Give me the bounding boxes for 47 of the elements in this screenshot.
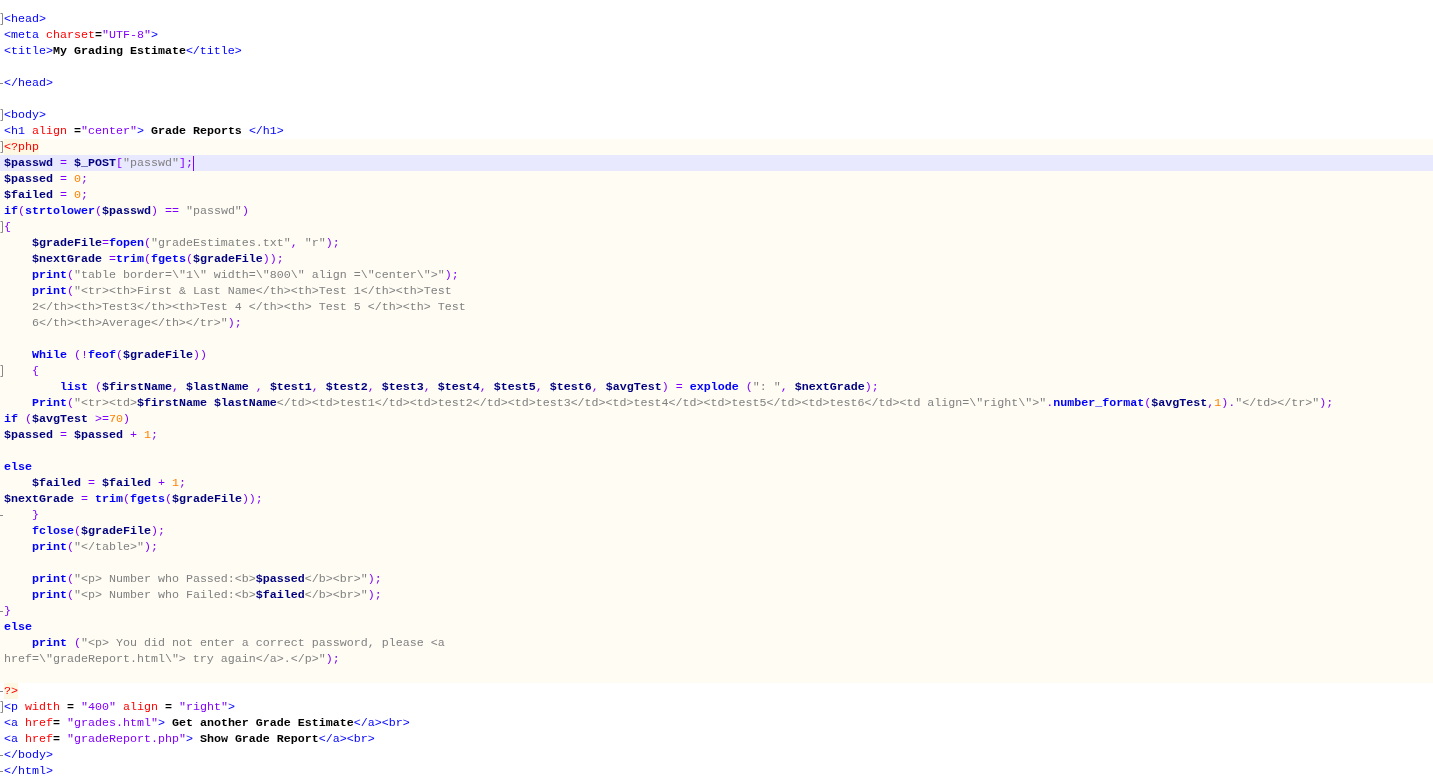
code-line: $failed = $failed + 1; xyxy=(30,475,186,491)
code-line: <title>My Grading Estimate</title> xyxy=(4,43,242,59)
fold-bracket-icon[interactable] xyxy=(0,109,3,121)
code-line: print ("<p> You did not enter a correct password, please <a xyxy=(30,635,445,651)
code-line: <meta charset="UTF-8"> xyxy=(4,27,158,43)
code-line: <a href= "gradeReport.php"> Show Grade Report</a><br> xyxy=(4,731,375,747)
code-line: print("<p> Number who Passed:<b>$passed</b><br>"); xyxy=(30,571,382,587)
code-line: if ($avgTest >=70) xyxy=(4,411,130,427)
code-line: list ($firstName, $lastName , $test1, $test2, $test3, $test4, $test5, $test6, $avgTest) = explode (": ", $nextGrade); xyxy=(58,379,879,395)
code-line: $failed = 0; xyxy=(4,187,88,203)
code-line: if(strtolower($passwd) == "passwd") xyxy=(4,203,249,219)
code-line: </html> xyxy=(4,763,53,779)
code-line: <p width = "400" align = "right"> xyxy=(4,699,235,715)
code-line: While (!feof($gradeFile)) xyxy=(30,347,207,363)
code-line: Print("<tr><td>$firstName $lastName</td><td>test1</td><td>test2</td><td>test3</td><td>test4</td><td>test5</td><td>test6</td><td align=\"right\">".number_format($avgTest,1)."</td></tr>"); xyxy=(30,395,1334,411)
code-line: $nextGrade =trim(fgets($gradeFile)); xyxy=(30,251,284,267)
code-line: } xyxy=(4,603,11,619)
code-line: print("<tr><th>First & Last Name</th><th>Test 1</th><th>Test xyxy=(30,283,452,299)
code-line: </head> xyxy=(4,75,53,91)
code-line: <h1 align ="center"> Grade Reports </h1> xyxy=(4,123,284,139)
fold-bracket-icon[interactable] xyxy=(0,365,3,377)
code-line: print("<p> Number who Failed:<b>$failed</b><br>"); xyxy=(30,587,382,603)
code-line: print("table border=\"1\" width=\"800\" align =\"center\">"); xyxy=(30,267,459,283)
fold-bracket-icon[interactable] xyxy=(0,701,3,713)
code-line: $passwd = $_POST["passwd"]; xyxy=(4,155,193,171)
code-line: $nextGrade = trim(fgets($gradeFile)); xyxy=(4,491,263,507)
fold-bracket-icon[interactable] xyxy=(0,221,3,233)
code-line: else xyxy=(4,459,32,475)
fold-bracket-icon[interactable] xyxy=(0,141,3,153)
code-line: href=\"gradeReport.html\"> try again</a>.</p>"); xyxy=(4,651,340,667)
code-line: 6</th><th>Average</th></tr>"); xyxy=(30,315,242,331)
code-line: } xyxy=(30,507,39,523)
code-line: $gradeFile=fopen("gradeEstimates.txt", "r"); xyxy=(30,235,340,251)
code-line: $passed = 0; xyxy=(4,171,88,187)
code-line: { xyxy=(30,363,39,379)
code-line: fclose($gradeFile); xyxy=(30,523,165,539)
code-line: else xyxy=(4,619,32,635)
fold-bracket-icon[interactable] xyxy=(0,13,3,25)
code-line: <head> xyxy=(4,11,46,27)
code-line: <body> xyxy=(4,107,46,123)
code-line: </body> xyxy=(4,747,53,763)
code-line: $passed = $passed + 1; xyxy=(4,427,158,443)
text-cursor xyxy=(192,155,194,171)
code-line: 2</th><th>Test3</th><th>Test 4 </th><th> Test 5 </th><th> Test xyxy=(30,299,466,315)
code-line: { xyxy=(4,219,11,235)
code-line: print("</table>"); xyxy=(30,539,158,555)
code-line: <a href= "grades.html"> Get another Grade Estimate</a><br> xyxy=(4,715,410,731)
